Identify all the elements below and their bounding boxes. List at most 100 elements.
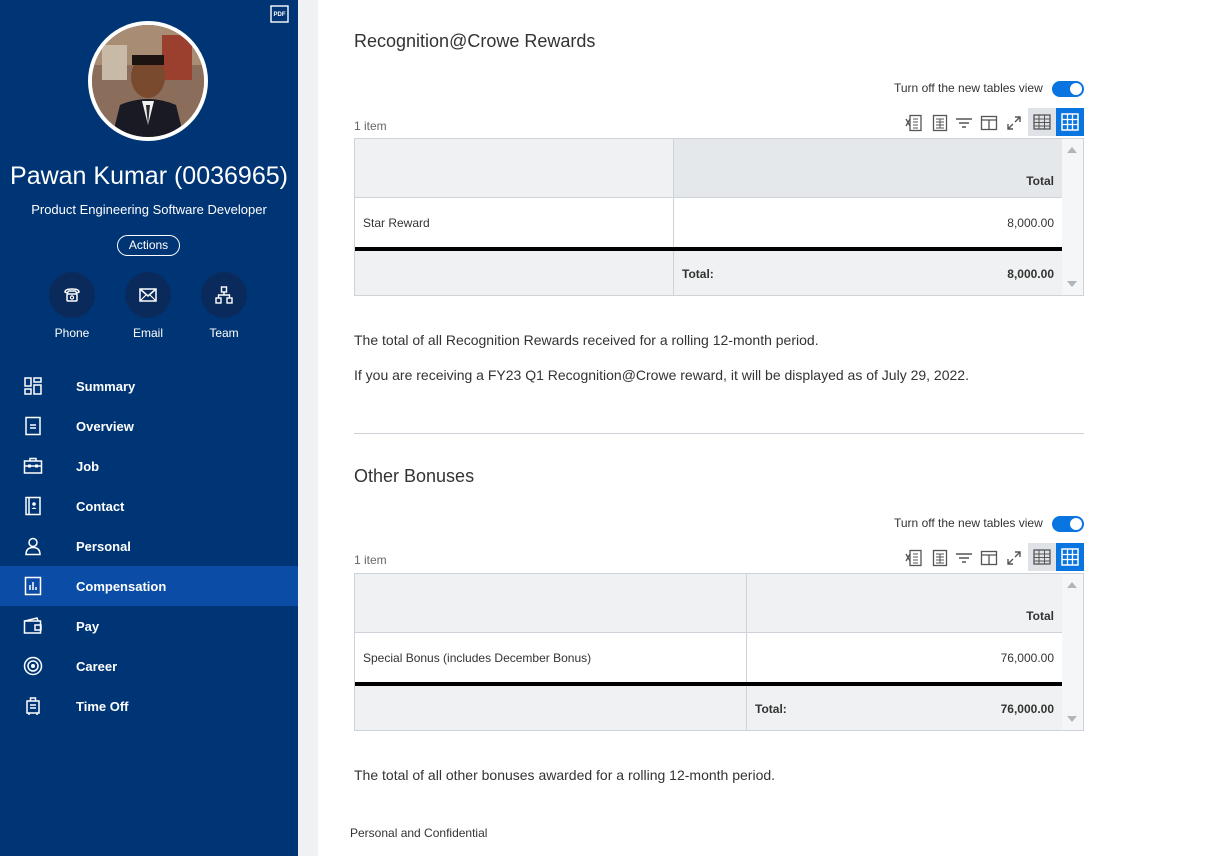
nav-contact-label: Contact xyxy=(76,498,125,514)
rewards-title: Recognition@Crowe Rewards xyxy=(354,31,596,51)
nav-summary-label: Summary xyxy=(76,378,136,394)
scroll-up-icon[interactable] xyxy=(1067,582,1077,588)
export-pdf-icon[interactable] xyxy=(931,114,949,132)
columns-icon[interactable] xyxy=(980,114,998,132)
svg-text:PDF: PDF xyxy=(274,12,286,18)
job-icon xyxy=(23,457,43,474)
bonuses-total-label: Total: xyxy=(755,702,787,716)
bonuses-row-label: Special Bonus (includes December Bonus) xyxy=(363,651,592,665)
grid-view-button[interactable] xyxy=(1056,108,1084,136)
email-button[interactable]: Email xyxy=(125,272,171,340)
grid-view-icon xyxy=(1061,113,1079,131)
nav-time-off[interactable]: Time Off xyxy=(0,686,298,726)
rewards-item-count: 1 item xyxy=(354,119,387,133)
team-icon xyxy=(215,286,233,304)
nav-job-label: Job xyxy=(76,458,100,474)
team-button[interactable]: Team xyxy=(201,272,247,340)
columns-icon[interactable] xyxy=(980,549,998,567)
nav-personal-label: Personal xyxy=(76,538,131,554)
section-divider xyxy=(354,433,1084,434)
bonuses-footer-divider xyxy=(746,686,747,731)
bonuses-scrollbar[interactable] xyxy=(1062,574,1083,730)
avatar xyxy=(88,21,208,141)
employee-name: Pawan Kumar (0036965) xyxy=(10,162,288,190)
confidential-footer: Personal and Confidential xyxy=(350,826,488,840)
summary-icon xyxy=(24,377,42,395)
rewards-table-view-toggle[interactable] xyxy=(1052,81,1084,97)
bonuses-row-value: 76,000.00 xyxy=(1000,651,1054,665)
bonuses-header-right xyxy=(746,574,1063,633)
rewards-header-right xyxy=(673,139,1063,198)
rewards-description-1: The total of all Recognition Rewards rec… xyxy=(354,332,819,348)
nav-career-label: Career xyxy=(76,658,118,674)
career-icon xyxy=(23,656,43,676)
filter-icon[interactable] xyxy=(955,549,973,567)
fullscreen-icon[interactable] xyxy=(1005,549,1023,567)
pay-icon xyxy=(23,617,42,634)
nav-pay[interactable]: Pay xyxy=(0,606,298,646)
export-excel-icon[interactable] xyxy=(905,114,923,132)
sidebar: PDF Pawan Kumar (0036965) Product Engine… xyxy=(0,0,298,856)
nav-overview[interactable]: Overview xyxy=(0,406,298,446)
nav-personal[interactable]: Personal xyxy=(0,526,298,566)
bonuses-total-value: 76,000.00 xyxy=(1000,702,1054,716)
employee-role: Product Engineering Software Developer xyxy=(31,202,267,217)
compensation-icon xyxy=(24,576,42,596)
bonuses-table-view-toggle[interactable] xyxy=(1052,516,1084,532)
scroll-down-icon[interactable] xyxy=(1067,716,1077,722)
actions-button[interactable]: Actions xyxy=(117,235,180,256)
export-pdf-icon[interactable] xyxy=(931,549,949,567)
scroll-up-icon[interactable] xyxy=(1067,147,1077,153)
bonuses-table: Total Special Bonus (includes December B… xyxy=(354,573,1084,731)
time-off-icon xyxy=(26,697,40,715)
rewards-row-value: 8,000.00 xyxy=(1007,216,1054,230)
personal-icon xyxy=(25,537,41,556)
nav-time-off-label: Time Off xyxy=(76,698,129,714)
grid-view-icon xyxy=(1061,548,1079,566)
nav-pay-label: Pay xyxy=(76,618,100,634)
table-view-icon xyxy=(1033,549,1051,565)
bonuses-title: Other Bonuses xyxy=(354,466,475,486)
rewards-table-toolbar xyxy=(904,108,1084,136)
nav-job[interactable]: Job xyxy=(0,446,298,486)
table-view-icon xyxy=(1033,114,1051,130)
sidebar-divider-strip xyxy=(298,0,318,856)
rewards-total-label: Total: xyxy=(682,267,714,281)
rewards-column-header: Total xyxy=(1026,174,1054,188)
phone-icon xyxy=(64,288,80,302)
team-label: Team xyxy=(209,326,239,340)
rewards-description-2: If you are receiving a FY23 Q1 Recogniti… xyxy=(354,367,969,383)
bonuses-item-count: 1 item xyxy=(354,553,387,567)
rewards-table: Total Star Reward 8,000.00 Total: 8,000.… xyxy=(354,138,1084,296)
rewards-scrollbar[interactable] xyxy=(1062,139,1083,295)
bonuses-footer xyxy=(355,686,1063,730)
bonuses-toggle-label: Turn off the new tables view xyxy=(894,516,1043,530)
nav-contact[interactable]: Contact xyxy=(0,486,298,526)
phone-label: Phone xyxy=(54,326,90,340)
rewards-toggle-label: Turn off the new tables view xyxy=(894,81,1043,95)
rewards-footer-divider xyxy=(673,251,674,296)
nav-career[interactable]: Career xyxy=(0,646,298,686)
overview-icon xyxy=(25,416,41,436)
grid-view-button[interactable] xyxy=(1056,543,1084,571)
export-excel-icon[interactable] xyxy=(905,549,923,567)
bonuses-header-left xyxy=(355,574,746,633)
fullscreen-icon[interactable] xyxy=(1005,114,1023,132)
table-view-button[interactable] xyxy=(1028,108,1056,136)
bonuses-description: The total of all other bonuses awarded f… xyxy=(354,767,776,783)
email-label: Email xyxy=(132,326,163,340)
contact-icon xyxy=(25,496,41,516)
rewards-row-label: Star Reward xyxy=(363,216,430,230)
email-icon xyxy=(139,288,157,302)
bonuses-column-header: Total xyxy=(1026,609,1054,623)
filter-icon[interactable] xyxy=(955,114,973,132)
nav-summary[interactable]: Summary xyxy=(0,366,298,406)
bonuses-table-toolbar xyxy=(904,543,1084,571)
scroll-down-icon[interactable] xyxy=(1067,281,1077,287)
rewards-total-value: 8,000.00 xyxy=(1007,267,1054,281)
pdf-icon[interactable]: PDF xyxy=(270,5,289,23)
phone-button[interactable]: Phone xyxy=(49,272,95,340)
nav-compensation[interactable]: Compensation xyxy=(0,566,298,606)
table-view-button[interactable] xyxy=(1028,543,1056,571)
nav-overview-label: Overview xyxy=(76,418,134,434)
